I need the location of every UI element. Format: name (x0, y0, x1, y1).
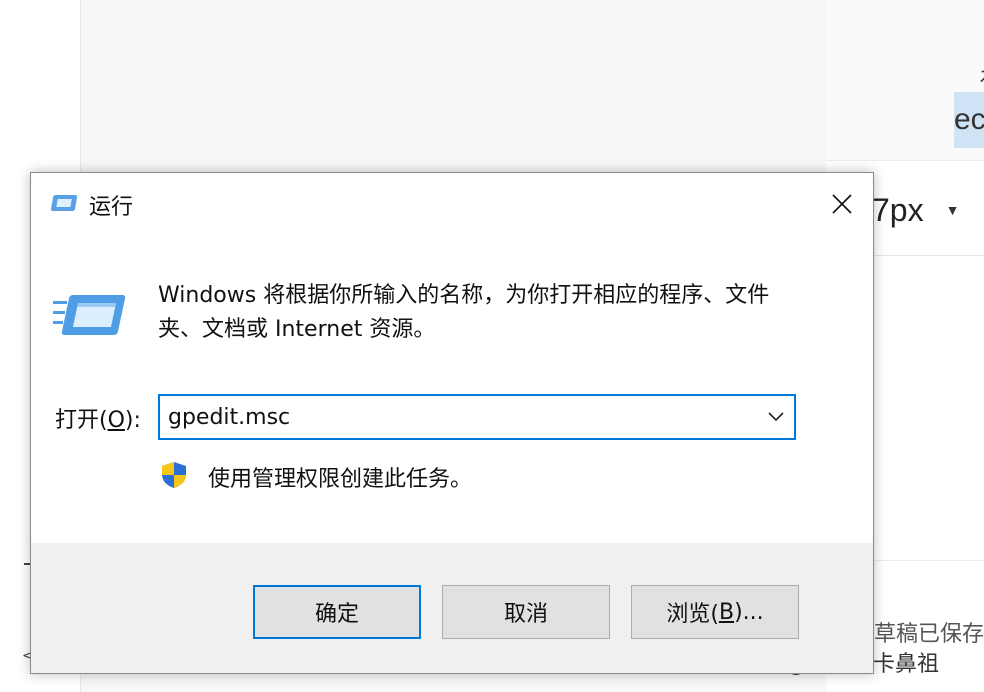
run-dialog: 运行 Windows 将根据你所输入的名称，为你打开相应的程序、文件夹、文档或 … (30, 172, 874, 674)
admin-privilege-note: 使用管理权限创建此任务。 (208, 467, 473, 492)
run-app-icon (49, 192, 78, 218)
chevron-down-icon[interactable] (766, 408, 786, 426)
open-field-label: 打开(O): (55, 408, 141, 433)
browse-button[interactable]: 浏览(B)... (631, 585, 799, 639)
run-app-icon (53, 289, 129, 345)
editor-fragment-text: え (978, 58, 984, 87)
open-combobox[interactable] (158, 394, 796, 440)
close-icon[interactable] (811, 173, 873, 235)
draft-saved-status: 草稿已保存 (874, 622, 984, 647)
ok-button[interactable]: 确定 (253, 585, 421, 639)
open-input[interactable] (168, 400, 748, 434)
dialog-description: Windows 将根据你所输入的名称，为你打开相应的程序、文件夹、文档或 Int… (158, 283, 770, 342)
divider (872, 255, 984, 256)
font-size-value: 7px (872, 191, 924, 228)
cancel-button[interactable]: 取消 (442, 585, 610, 639)
uac-shield-icon (159, 460, 189, 494)
caret-down-icon: ▼ (945, 202, 960, 218)
editor-selected-text: ec (954, 92, 984, 148)
font-size-select[interactable]: 7px ▼ (872, 190, 959, 230)
dialog-titlebar[interactable]: 运行 (31, 173, 873, 235)
dialog-title: 运行 (89, 195, 134, 220)
dialog-button-bar: 确定 取消 浏览(B)... (31, 543, 873, 673)
